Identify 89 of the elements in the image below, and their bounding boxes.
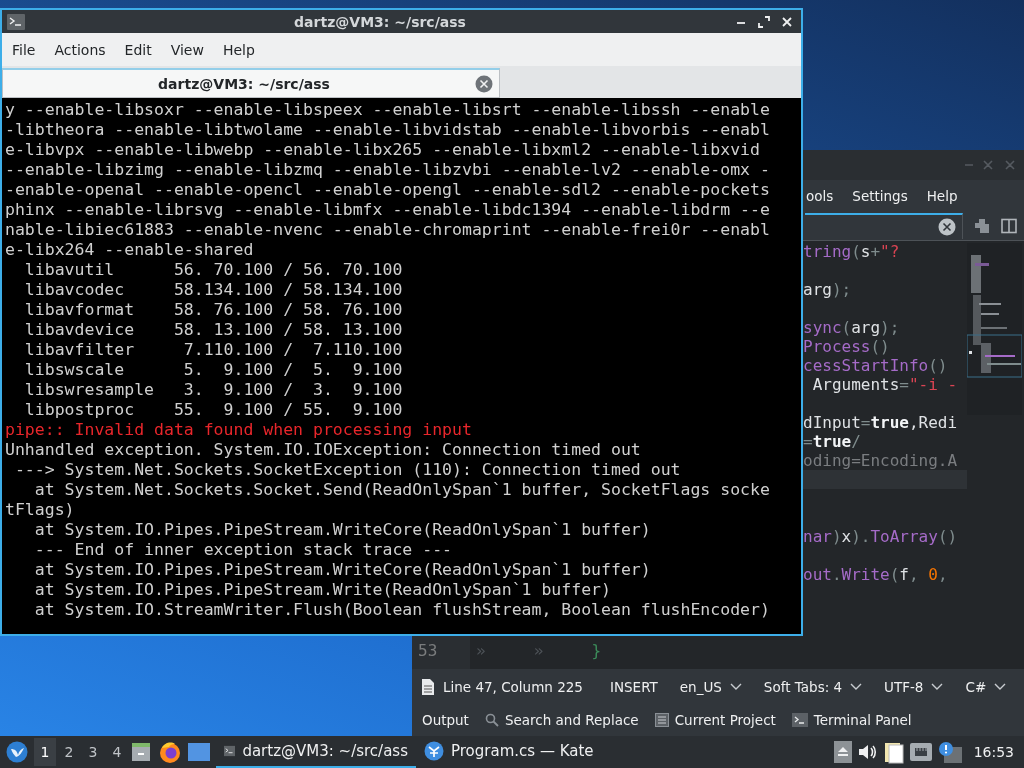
split-view-icon[interactable] — [1001, 218, 1017, 234]
menu-item[interactable]: Edit — [124, 41, 152, 58]
line-number: 53 — [418, 641, 438, 660]
code-line: tring(s+"? — [803, 242, 900, 261]
code-line: oding=Encoding.A — [803, 451, 958, 470]
tool-view-button[interactable]: Current Project — [652, 710, 778, 730]
caret-icon — [994, 683, 1007, 691]
menu-item[interactable]: Settings — [852, 188, 908, 204]
terminal-line: pipe:: Invalid data found when processing input — [5, 420, 473, 440]
cursor-position: Line 47, Column 225 — [443, 679, 583, 695]
list-document-icon — [654, 713, 669, 727]
status-dropdown[interactable]: en_US — [679, 679, 742, 695]
terminal-line: -libtheora --enable-libtwolame --enable-libvidstab --enable-libvorbis --enabl — [5, 120, 771, 140]
browser-icon[interactable] — [158, 740, 182, 764]
terminal-line: e-libvpx --enable-libwebp --enable-libx265 --enable-libxml2 --enable-libxvid — [5, 140, 761, 160]
window-title: dartz@VM3: ~/src/ass — [293, 13, 467, 30]
document-icon — [422, 679, 434, 695]
workspace-button[interactable]: 3 — [82, 738, 104, 766]
terminal-line: --- End of inner exception stack trace --- — [33, 540, 454, 560]
status-dropdown[interactable]: Soft Tabs: 4 — [763, 679, 863, 695]
terminal-line: nable-libiec61883 --enable-nvenc --enable-chromaprint --enable-frei0r --enabl — [5, 220, 771, 240]
terminal-line: libpostproc 55. 9.100 / 55. 9.100 — [23, 400, 404, 420]
terminal-line: Unhandled exception. System.IO.IOException: Connection timed out — [5, 440, 642, 460]
clock: 16:53 — [973, 744, 1014, 760]
terminal-line: libswresample 3. 9.100 / 3. 9.100 — [23, 380, 404, 400]
caret-icon — [729, 683, 742, 691]
terminal-icon — [7, 13, 25, 30]
terminal-line: -enable-openal --enable-opencl --enable-opengl --enable-sdl2 --enable-pockets — [5, 180, 771, 200]
workspace-button[interactable]: 2 — [58, 738, 80, 766]
document-tab[interactable] — [805, 213, 963, 239]
terminal-line: libavdevice 58. 13.100 / 58. 13.100 — [23, 320, 404, 340]
taskbar-task[interactable]: dartz@VM3: ~/src/ass — [216, 736, 416, 768]
code-line: » » } — [476, 641, 602, 660]
terminal-line: y --enable-libsoxr --enable-libspeex --enable-libsrt --enable-libssh --enable — [5, 100, 771, 120]
close-icon[interactable] — [938, 218, 956, 236]
terminal-line: at System.IO.Pipes.PipeStream.WriteCore(ReadOnlySpan`1 buffer) — [33, 560, 652, 580]
input-mode[interactable]: INSERT — [609, 679, 658, 695]
taskbar-task[interactable]: Program.cs — Kate — [416, 736, 602, 768]
menu-item[interactable]: View — [170, 41, 204, 58]
terminal-line: libswscale 5. 9.100 / 5. 9.100 — [23, 360, 404, 380]
menu-item[interactable]: Actions — [54, 41, 106, 58]
menu-item[interactable]: ools — [806, 188, 834, 204]
volume-icon[interactable] — [857, 743, 878, 761]
search-icon — [484, 713, 499, 727]
code-line: out.Write(f, 0, — [803, 565, 948, 584]
notification-icon[interactable] — [937, 741, 962, 763]
code-line: dInput=true,Redi — [803, 413, 958, 432]
workspace-button[interactable]: 1 — [34, 738, 56, 766]
terminal-icon — [791, 713, 808, 727]
maximize-icon[interactable] — [758, 15, 770, 28]
code-line: Process() — [803, 337, 890, 356]
terminal-line: ---> System.Net.Sockets.SocketException (110): Connection timed out — [13, 460, 682, 480]
terminal-line: at System.IO.Pipes.PipeStream.WriteCore(ReadOnlySpan`1 buffer) — [33, 520, 652, 540]
terminal-line: phinx --enable-librsvg --enable-libmfx --enable-libdc1394 --enable-libdrm --e — [5, 200, 771, 220]
terminal-line: libavfilter 7.110.100 / 7.110.100 — [23, 340, 404, 360]
terminal-line: --enable-libzimg --enable-libzmq --enable-libzvbi --enable-lv2 --enable-omx - — [5, 160, 771, 180]
editor-app-icon — [424, 741, 444, 761]
code-line: =true/ — [803, 432, 861, 451]
app-launcher-icon[interactable] — [6, 741, 28, 763]
terminal-line: e-libx264 --enable-shared — [5, 240, 255, 260]
terminal-line: tFlags) — [5, 500, 76, 520]
code-line: Arguments="-i - — [811, 375, 958, 394]
terminal-line: libavutil 56. 70.100 / 56. 70.100 — [23, 260, 404, 280]
menu-item[interactable]: Help — [222, 41, 255, 58]
network-icon[interactable] — [909, 743, 932, 761]
status-dropdown[interactable]: C# — [965, 679, 1007, 695]
terminal-line: at System.IO.Pipes.PipeStream.Write(ReadOnlySpan`1 buffer) — [33, 580, 612, 600]
code-line: arg); — [803, 280, 852, 299]
eject-icon[interactable] — [833, 741, 852, 763]
status-dropdown[interactable]: UTF-8 — [884, 679, 944, 695]
tool-view-button[interactable]: Search and Replace — [482, 710, 641, 730]
code-line: nar)x).ToArray() — [803, 527, 958, 546]
terminal-line: at System.Net.Sockets.Socket.Send(ReadOnlySpan`1 buffer, SocketFlags socke — [33, 480, 771, 500]
menu-item[interactable]: File — [12, 41, 36, 58]
caret-icon — [850, 683, 863, 691]
close-icon[interactable] — [781, 15, 793, 28]
code-line: sync(arg); — [803, 318, 900, 337]
menu-item[interactable]: Help — [926, 188, 958, 204]
tool-view-button[interactable]: Output — [420, 710, 471, 730]
clipboard-icon[interactable] — [883, 740, 904, 764]
terminal-line: libavcodec 58.134.100 / 58.134.100 — [23, 280, 404, 300]
workspace-button[interactable]: 4 — [106, 738, 128, 766]
caret-icon — [931, 683, 944, 691]
code-line: cessStartInfo() — [803, 356, 948, 375]
terminal-line: at System.IO.StreamWriter.Flush(Boolean flushStream, Boolean flushEncoder) — [33, 600, 771, 620]
terminal-tab[interactable]: dartz@VM3: ~/src/ass — [2, 68, 500, 98]
terminal-line: libavformat 58. 76.100 / 58. 76.100 — [23, 300, 404, 320]
tool-view-button[interactable]: Terminal Panel — [789, 710, 914, 730]
file-manager-icon[interactable] — [130, 741, 152, 763]
